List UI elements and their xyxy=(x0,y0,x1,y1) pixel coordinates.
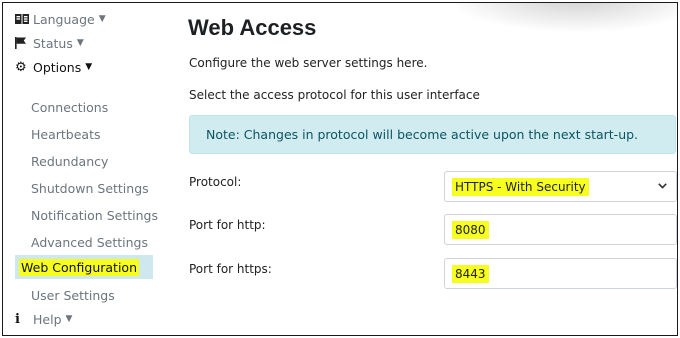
protocol-select[interactable]: HTTPS - With Security xyxy=(444,171,677,202)
sidebar-item-heartbeats[interactable]: Heartbeats xyxy=(15,122,153,146)
app-window: Language ▼ Status ▼ ⚙ Options ▼ Connecti… xyxy=(2,2,678,336)
nav-status-label: Status xyxy=(33,35,73,51)
http-port-value: 8080 xyxy=(452,220,489,239)
main-content: Web Access Configure the web server sett… xyxy=(188,3,677,335)
info-note-text: Note: Changes in protocol will become ac… xyxy=(206,127,639,142)
protocol-label: Protocol: xyxy=(189,175,242,189)
sidebar-item-web-configuration[interactable]: Web Configuration xyxy=(15,255,153,279)
http-port-label: Port for http: xyxy=(189,218,266,232)
sidebar-item-redundancy[interactable]: Redundancy xyxy=(15,149,153,173)
sidebar-item-label: Connections xyxy=(31,99,109,115)
nav-language-label: Language xyxy=(33,11,95,27)
page-title: Web Access xyxy=(188,15,317,40)
sidebar-item-label: Web Configuration xyxy=(19,258,139,276)
caret-down-icon: ▼ xyxy=(85,62,93,72)
caret-down-icon: ▼ xyxy=(98,14,106,24)
nav-help-label: Help xyxy=(33,311,62,327)
https-port-input[interactable]: 8443 xyxy=(444,258,677,289)
https-port-label: Port for https: xyxy=(189,262,272,276)
sidebar-item-label: User Settings xyxy=(31,287,115,303)
flag-icon xyxy=(15,37,31,49)
sidebar-item-notification-settings[interactable]: Notification Settings xyxy=(15,203,158,227)
caret-down-icon: ▼ xyxy=(65,314,73,324)
nav-options-label: Options xyxy=(33,59,82,75)
sidebar-item-advanced-settings[interactable]: Advanced Settings xyxy=(15,230,153,254)
protocol-prompt: Select the access protocol for this user… xyxy=(189,88,480,102)
sidebar-item-label: Notification Settings xyxy=(31,207,158,223)
sidebar-item-label: Advanced Settings xyxy=(31,234,148,250)
sidebar-item-user-settings[interactable]: User Settings xyxy=(15,283,153,307)
https-port-value: 8443 xyxy=(452,264,489,283)
sidebar-item-connections[interactable]: Connections xyxy=(15,95,153,119)
nav-help[interactable]: i Help ▼ xyxy=(15,307,72,331)
nav-options[interactable]: ⚙ Options ▼ xyxy=(15,55,92,79)
info-note: Note: Changes in protocol will become ac… xyxy=(189,115,676,154)
sidebar-item-shutdown-settings[interactable]: Shutdown Settings xyxy=(15,176,153,200)
language-icon xyxy=(15,14,31,24)
chevron-down-icon xyxy=(658,181,667,192)
nav-status[interactable]: Status ▼ xyxy=(15,31,84,55)
protocol-select-value: HTTPS - With Security xyxy=(452,177,589,196)
sidebar-item-label: Shutdown Settings xyxy=(31,180,149,196)
caret-down-icon: ▼ xyxy=(76,38,84,48)
info-icon: i xyxy=(15,311,20,327)
http-port-input[interactable]: 8080 xyxy=(444,214,677,245)
gears-icon: ⚙ xyxy=(15,59,27,75)
nav-language[interactable]: Language ▼ xyxy=(15,7,106,31)
sidebar-item-label: Redundancy xyxy=(31,153,109,169)
page-subtitle: Configure the web server settings here. xyxy=(189,56,428,70)
sidebar-item-label: Heartbeats xyxy=(31,126,101,142)
sidebar: Language ▼ Status ▼ ⚙ Options ▼ Connecti… xyxy=(3,3,163,335)
